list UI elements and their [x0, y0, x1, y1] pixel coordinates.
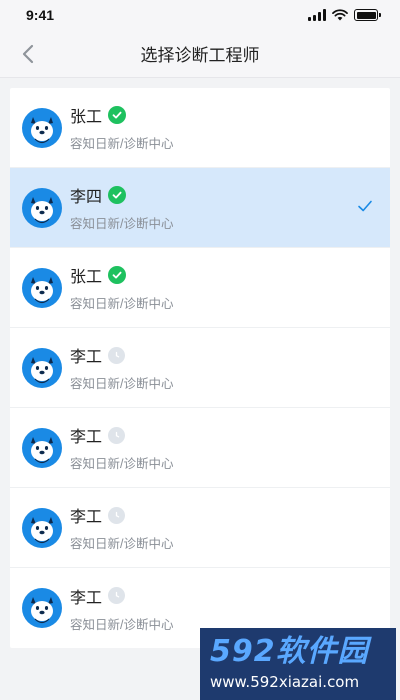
verified-check-icon: [108, 266, 127, 284]
verified-check-icon: [108, 106, 127, 124]
watermark-title: 592软件园: [210, 634, 369, 669]
engineer-department: 容知日新/诊断中心: [70, 297, 174, 311]
status-time: 9:41: [26, 7, 55, 23]
engineer-department: 容知日新/诊断中心: [70, 137, 174, 151]
engineer-department: 容知日新/诊断中心: [70, 217, 174, 231]
dog-avatar-icon: [31, 276, 53, 303]
pending-clock-icon: [108, 587, 126, 604]
engineer-info: 李工 容知日新/诊断中心: [70, 584, 173, 633]
engineer-department: 容知日新/诊断中心: [70, 457, 174, 471]
engineer-row[interactable]: 李四 容知日新/诊断中心: [10, 168, 390, 248]
engineer-info: 李工 容知日新/诊断中心: [70, 423, 173, 472]
engineer-row[interactable]: 李工 容知日新/诊断中心: [10, 408, 390, 488]
pending-clock-icon: [108, 506, 126, 524]
signal-icon: [308, 9, 326, 21]
engineer-info: 李工 容知日新/诊断中心: [70, 503, 173, 552]
name-line: 李工: [70, 584, 173, 608]
engineer-row[interactable]: 张工 容知日新/诊断中心: [10, 248, 390, 328]
dog-avatar-icon: [31, 116, 53, 143]
dog-avatar-icon: [31, 597, 53, 624]
engineer-row[interactable]: 李工 容知日新/诊断中心: [10, 328, 390, 408]
engineer-department: 容知日新/诊断中心: [70, 537, 174, 551]
avatar: [22, 107, 62, 148]
name-line: 李四: [70, 183, 173, 207]
engineer-name: 李工: [70, 509, 103, 526]
avatar: [22, 267, 62, 308]
dog-avatar-icon: [31, 356, 53, 383]
dog-avatar-icon: [31, 436, 53, 463]
engineer-department: 容知日新/诊断中心: [70, 377, 174, 391]
avatar: [22, 187, 62, 228]
engineer-info: 张工 容知日新/诊断中心: [70, 263, 173, 312]
avatar: [22, 427, 62, 468]
avatar: [22, 507, 62, 548]
battery-icon: [354, 9, 381, 21]
engineer-info: 李四 容知日新/诊断中心: [70, 183, 173, 232]
nav-bar: 选择诊断工程师: [0, 30, 400, 78]
back-button[interactable]: [16, 42, 40, 66]
name-line: 李工: [70, 423, 173, 447]
dog-avatar-icon: [31, 196, 53, 223]
engineer-name: 张工: [70, 269, 103, 286]
status-icons: [308, 9, 381, 21]
verified-check-icon: [108, 186, 127, 204]
page-title: 选择诊断工程师: [140, 46, 260, 65]
watermark: 592软件园 www.592xiazai.com: [200, 628, 396, 700]
watermark-url: www.592xiazai.com: [210, 673, 360, 691]
engineer-name: 李工: [70, 429, 103, 446]
engineer-info: 李工 容知日新/诊断中心: [70, 343, 173, 392]
name-line: 李工: [70, 343, 173, 367]
engineer-name: 李四: [70, 189, 103, 206]
name-line: 张工: [70, 263, 173, 287]
selected-checkmark-icon: [356, 197, 374, 215]
engineer-row[interactable]: 李工 容知日新/诊断中心: [10, 488, 390, 568]
engineer-name: 李工: [70, 349, 103, 366]
chevron-left-icon: [22, 44, 34, 64]
name-line: 张工: [70, 103, 173, 127]
pending-clock-icon: [108, 346, 126, 364]
engineer-list: 张工 容知日新/诊断中心 李四 容知日新/诊断中心 张工 容知日新/诊断中心 李…: [10, 88, 390, 648]
engineer-name: 李工: [70, 589, 103, 607]
engineer-department: 容知日新/诊断中心: [70, 617, 174, 632]
engineer-info: 张工 容知日新/诊断中心: [70, 103, 173, 152]
engineer-name: 张工: [70, 109, 103, 126]
engineer-row[interactable]: 张工 容知日新/诊断中心: [10, 88, 390, 168]
avatar: [22, 347, 62, 388]
avatar: [22, 588, 62, 628]
pending-clock-icon: [108, 426, 126, 444]
wifi-icon: [332, 9, 348, 21]
dog-avatar-icon: [31, 516, 53, 543]
name-line: 李工: [70, 503, 173, 527]
status-bar: 9:41: [0, 0, 400, 30]
